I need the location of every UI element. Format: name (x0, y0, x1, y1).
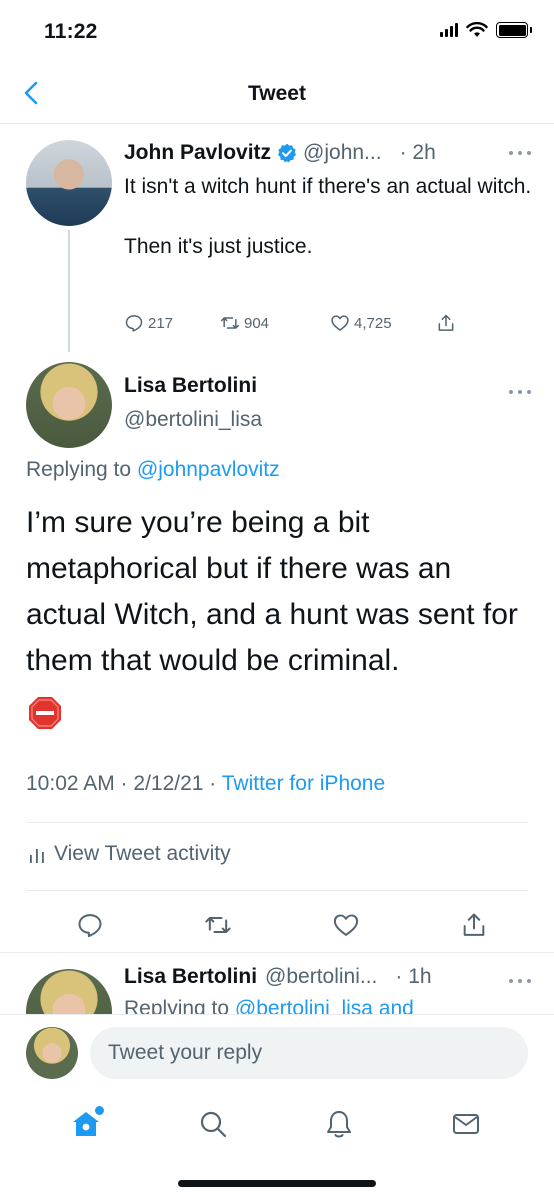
parent-tweet[interactable]: John Pavlovitz @john... · 2h It isn't a … (0, 124, 554, 352)
avatar[interactable] (26, 362, 112, 448)
avatar[interactable] (26, 1027, 78, 1079)
wifi-icon (466, 22, 488, 37)
tweet-source-link[interactable]: Twitter for iPhone (222, 772, 385, 795)
tweet-header: Lisa Bertolini @bertolini... · 1h (124, 965, 532, 989)
reply-button[interactable]: 217 (124, 313, 220, 333)
author-handle[interactable]: @john... (303, 141, 382, 165)
divider (26, 890, 528, 891)
author-name[interactable]: John Pavlovitz (124, 141, 271, 165)
avatar[interactable] (26, 969, 112, 1014)
cellular-signal-icon (440, 23, 458, 37)
reply-icon[interactable] (76, 911, 104, 939)
page-title: Tweet (248, 82, 306, 105)
battery-icon (496, 22, 532, 38)
replying-prefix: Replying to (26, 458, 137, 481)
tweet-text: It isn't a witch hunt if there's an actu… (124, 175, 532, 258)
notification-dot (95, 1106, 105, 1115)
author-name[interactable]: Lisa Bertolini (124, 965, 257, 989)
tweet-time: · 2h (399, 141, 436, 164)
mention-link[interactable]: @johnpavlovitz (137, 458, 280, 481)
more-options-icon[interactable] (508, 388, 532, 396)
home-indicator[interactable] (178, 1180, 376, 1187)
more-options-icon[interactable] (508, 977, 532, 985)
heart-icon[interactable] (332, 911, 360, 939)
retweet-count: 904 (244, 314, 270, 332)
replying-prefix: Replying to (124, 997, 235, 1014)
tweet-time: · 1h (395, 965, 432, 988)
share-icon (438, 314, 454, 331)
status-bar: 11:22 (0, 0, 554, 60)
reply-tweet[interactable]: Lisa Bertolini @bertolini... · 1h Replyi… (0, 952, 554, 1014)
tweet-meta: 10:02 AM · 2/12/21 · Twitter for iPhone (26, 772, 385, 796)
author-handle[interactable]: @bertolini... (265, 965, 377, 989)
share-icon[interactable] (460, 911, 488, 939)
divider (26, 822, 528, 823)
mention-link[interactable]: @bertolini_lisa and (235, 997, 414, 1014)
retweet-icon (220, 317, 240, 329)
search-icon (200, 1111, 226, 1138)
heart-icon (331, 315, 349, 331)
tweet-actions (76, 908, 488, 942)
reply-input[interactable]: Tweet your reply (90, 1027, 528, 1079)
tweet-header: John Pavlovitz @john... · 2h (124, 138, 532, 168)
author-handle[interactable]: @bertolini_lisa (124, 408, 262, 432)
reply-count: 217 (148, 314, 174, 332)
status-time: 11:22 (44, 20, 98, 43)
stop-sign-icon (29, 697, 61, 729)
retweet-icon[interactable] (204, 911, 232, 939)
verified-badge-icon (278, 143, 297, 163)
tweet-text: I’m sure you’re being a bit metaphorical… (26, 506, 518, 677)
view-activity-button[interactable]: View Tweet activity (26, 838, 231, 870)
tab-search[interactable] (197, 1108, 231, 1142)
share-button[interactable] (436, 313, 456, 333)
more-options-icon[interactable] (508, 149, 532, 157)
tab-bar (0, 1090, 554, 1160)
status-icons (440, 22, 532, 38)
avatar[interactable] (26, 140, 112, 226)
tab-notifications[interactable] (323, 1108, 357, 1142)
tab-messages[interactable] (450, 1108, 484, 1142)
tweet-actions: 217 904 4,725 (124, 310, 484, 336)
author-name[interactable]: Lisa Bertolini (124, 374, 257, 398)
nav-header: Tweet (0, 62, 554, 124)
bell-icon (327, 1111, 352, 1138)
reply-composer: Tweet your reply (0, 1014, 554, 1090)
thread-line (68, 230, 70, 352)
reply-icon (125, 315, 143, 332)
view-activity-label: View Tweet activity (54, 842, 231, 865)
tab-home[interactable] (70, 1106, 105, 1142)
retweet-button[interactable]: 904 (220, 313, 330, 333)
tweet-timestamp: 10:02 AM · 2/12/21 · (26, 772, 222, 795)
like-count: 4,725 (354, 314, 392, 332)
mail-icon (452, 1114, 479, 1134)
replying-to: Replying to @johnpavlovitz (26, 458, 280, 482)
replying-to: Replying to @bertolini_lisa and (124, 997, 414, 1014)
like-button[interactable]: 4,725 (330, 313, 436, 333)
analytics-icon (30, 849, 44, 863)
